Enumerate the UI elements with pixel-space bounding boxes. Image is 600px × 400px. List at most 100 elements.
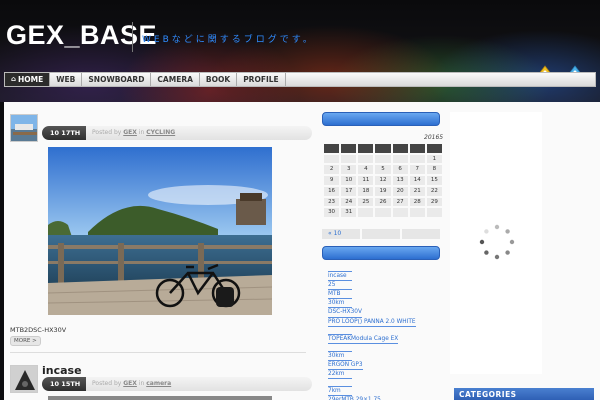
weekday-cell	[358, 144, 374, 153]
nav-home-label: HOME	[18, 75, 44, 84]
calendar-day: 27	[392, 197, 408, 207]
post-date-badge: 10 15TH	[42, 377, 89, 391]
categories-widget-header: CATEGORIES	[454, 388, 594, 400]
calendar-week-row: 30 31	[324, 208, 442, 217]
recent-post-link[interactable]	[328, 327, 352, 335]
more-button[interactable]: MORE >	[10, 336, 41, 346]
nav-web[interactable]: WEB	[50, 73, 83, 86]
calendar-day	[392, 154, 408, 164]
post-date: 10 15TH	[50, 380, 81, 388]
calendar-day: 20	[392, 186, 408, 196]
post-date-badge: 10 17TH	[42, 126, 89, 140]
nav-snowboard[interactable]: SNOWBOARD	[82, 73, 152, 86]
recent-post-link[interactable]: DSC-HX30V	[328, 308, 362, 318]
calendar-day	[358, 154, 374, 164]
calendar-day: 14	[409, 176, 425, 185]
calendar-next-link[interactable]	[402, 229, 440, 239]
recent-post-link[interactable]: TOPEAKModula Cage EX	[328, 335, 399, 344]
weekday-cell	[392, 144, 408, 153]
nav-camera-label: CAMERA	[157, 75, 193, 84]
calendar-prev-link[interactable]: « 10	[322, 229, 360, 239]
calendar-weekday-row	[324, 144, 442, 153]
calendar-day: 26	[375, 197, 391, 207]
calendar-day: 2	[324, 165, 340, 175]
calendar-day: 7	[409, 165, 425, 175]
calendar-day: 6	[392, 165, 408, 175]
calendar-day: 15	[426, 176, 442, 185]
title-divider	[132, 22, 133, 52]
recent-post-link[interactable]	[328, 379, 352, 388]
weekday-cell	[375, 144, 391, 153]
recent-posts-widget-header	[322, 246, 440, 260]
calendar-day: 3	[341, 165, 357, 175]
calendar-day: 30	[324, 208, 340, 217]
post-date: 10 17TH	[50, 129, 81, 137]
calendar-day: 23	[324, 197, 340, 207]
calendar-caption: 20165	[424, 134, 444, 141]
calendar-week-row: 1	[324, 154, 442, 164]
meta-prefix: Posted by	[92, 129, 122, 136]
calendar-week-row: 9 10 11 12 13 14 15	[324, 176, 442, 185]
calendar-day	[375, 208, 391, 217]
post-author-link[interactable]: GEX	[123, 380, 137, 387]
recent-post-link[interactable]: PRO LOOP() PANNA 2.0 WHITE	[328, 318, 416, 327]
recent-post-link[interactable]: 25	[328, 281, 352, 291]
recent-post-link[interactable]: 29erMTB 29×1.75	[328, 396, 381, 400]
nav-profile-label: PROFILE	[243, 75, 279, 84]
post-meta: Posted by GEX in camera	[86, 377, 312, 391]
post-author-link[interactable]: GEX	[123, 129, 137, 136]
recent-post-link[interactable]: 30km	[328, 299, 352, 309]
recent-post-link[interactable]: ERGON GP3	[328, 361, 363, 371]
page-body: 10 17TH Posted by GEX in CYCLING MTB2DSC…	[4, 102, 600, 400]
nav-snowboard-label: SNOWBOARD	[88, 75, 145, 84]
nav-home[interactable]: ⌂ HOME	[5, 73, 51, 86]
post-caption: MTB2DSC-HX30V	[10, 326, 67, 334]
calendar-day: 5	[375, 165, 391, 175]
recent-post-link[interactable]: MTB	[328, 290, 352, 300]
post-category-link[interactable]: camera	[146, 380, 171, 387]
calendar-day: 9	[324, 176, 340, 185]
calendar-day: 12	[375, 176, 391, 185]
nav-camera[interactable]: CAMERA	[151, 73, 200, 86]
calendar-day: 24	[341, 197, 357, 207]
calendar-day: 22	[426, 186, 442, 196]
calendar-day: 25	[358, 197, 374, 207]
calendar-day: 16	[324, 186, 340, 196]
loading-spinner-icon	[479, 224, 515, 260]
calendar-days: 1 2 3 4 5 6 7 8 9 10 11 12 13 14 15 16 17 18 19 20 21 22 23 24 2…	[324, 154, 442, 217]
calendar-nav: « 10	[322, 229, 440, 239]
site-title[interactable]: GEX_BASE	[6, 20, 157, 51]
recent-post-link[interactable]: incase	[328, 272, 352, 282]
post-divider	[10, 352, 306, 353]
recent-post-link[interactable]: 7km	[328, 387, 352, 397]
meta-in: in	[138, 129, 145, 136]
nav-profile[interactable]: PROFILE	[237, 73, 286, 86]
site-tagline: WEBなどに関するブログです。	[142, 35, 315, 45]
calendar-spacer	[362, 229, 400, 239]
recent-post-link[interactable]	[328, 264, 352, 273]
post-title[interactable]: incase	[42, 364, 82, 377]
post-thumbnail[interactable]	[10, 365, 38, 393]
main-nav: ⌂ HOME WEB SNOWBOARD CAMERA BOOK PROFILE	[4, 72, 596, 87]
calendar-widget-header	[322, 112, 440, 126]
recent-post-link[interactable]	[328, 344, 352, 352]
nav-book-label: BOOK	[205, 75, 231, 84]
recent-post-link[interactable]: 22km	[328, 370, 352, 380]
calendar-day: 13	[392, 176, 408, 185]
recent-post-link[interactable]: 30km	[328, 352, 352, 362]
post-thumbnail[interactable]	[10, 114, 38, 142]
calendar-day	[324, 154, 340, 164]
calendar-day: 21	[409, 186, 425, 196]
nav-web-label: WEB	[56, 75, 76, 84]
calendar-day	[341, 154, 357, 164]
meta-prefix: Posted by	[92, 380, 122, 387]
post-photo[interactable]	[48, 396, 272, 400]
post-category-link[interactable]: CYCLING	[146, 129, 175, 136]
calendar-day	[392, 208, 408, 217]
weekday-cell	[426, 144, 442, 153]
calendar-day	[426, 208, 442, 217]
post-photo[interactable]	[48, 147, 272, 315]
nav-book[interactable]: BOOK	[200, 73, 238, 86]
weekday-cell	[324, 144, 340, 153]
calendar-day: 28	[409, 197, 425, 207]
